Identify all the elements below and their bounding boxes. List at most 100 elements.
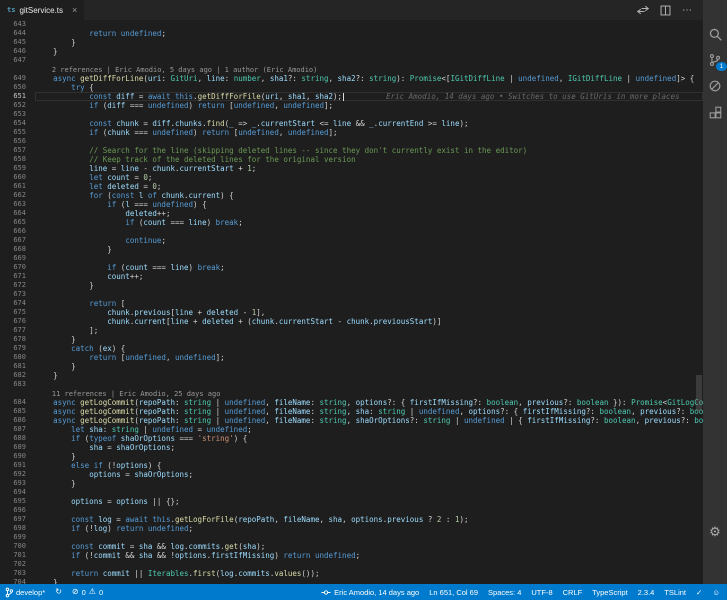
line-content[interactable]: catch (ex) { (35, 344, 703, 353)
code-line[interactable]: 654 const chunk = diff.chunks.find(_ => … (0, 119, 703, 128)
line-content[interactable]: } (35, 335, 703, 344)
line-content[interactable]: return [undefined, undefined]; (35, 353, 703, 362)
line-content[interactable]: chunk.current[line + deleted + (chunk.cu… (35, 317, 703, 326)
language-indicator[interactable]: TypeScript (587, 588, 632, 597)
code-line[interactable]: 696 (0, 506, 703, 515)
code-editor[interactable]: 643 644 return undefined; 645 } 646 } 647 2 … (0, 20, 703, 584)
code-line[interactable]: 680 return [undefined, undefined]; (0, 353, 703, 362)
line-content[interactable]: } (35, 371, 703, 380)
line-content[interactable]: return commit || Iterables.first(log.com… (35, 569, 703, 578)
code-line[interactable]: 672 } (0, 281, 703, 290)
line-content[interactable]: chunk.previous[line + deleted - 1], (35, 308, 703, 317)
code-line[interactable]: 670 if (count === line) break; (0, 263, 703, 272)
code-line[interactable]: 669 (0, 254, 703, 263)
line-content[interactable]: // Keep track of the deleted lines for t… (35, 155, 703, 164)
line-content[interactable]: line = line - chunk.currentStart + 1; (35, 164, 703, 173)
split-editor-icon[interactable] (660, 5, 671, 16)
code-line[interactable]: 674 return [ (0, 299, 703, 308)
feedback-smiley-icon[interactable]: ☺ (707, 588, 725, 597)
line-content[interactable]: let sha: string | undefined = undefined; (35, 425, 703, 434)
code-line[interactable]: 682 } (0, 371, 703, 380)
settings-gear-icon[interactable]: ⚙ (707, 524, 723, 540)
line-content[interactable]: for (const l of chunk.current) { (35, 191, 703, 200)
tab-gitservice[interactable]: ts gitService.ts × (0, 0, 85, 20)
line-content[interactable]: async getDiffForLine(uri: GitUri, line: … (35, 74, 703, 83)
code-line[interactable]: 702 (0, 560, 703, 569)
codelens-row[interactable]: 2 references | Eric Amodio, 5 days ago |… (0, 65, 703, 74)
line-content[interactable] (35, 488, 703, 497)
code-line[interactable]: 698 if (!log) return undefined; (0, 524, 703, 533)
search-icon[interactable] (707, 26, 723, 42)
line-content[interactable] (35, 110, 703, 119)
code-line[interactable]: 652 if (diff === undefined) return [unde… (0, 101, 703, 110)
code-line[interactable]: 692 options = shaOrOptions; (0, 470, 703, 479)
line-content[interactable]: sha = shaOrOptions; (35, 443, 703, 452)
line-content[interactable]: } (35, 452, 703, 461)
line-content[interactable]: async getLogCommit(repoPath: string | un… (35, 416, 703, 425)
code-line[interactable]: 655 if (chunk === undefined) return [und… (0, 128, 703, 137)
code-line[interactable]: 685 async getLogCommit(repoPath: string … (0, 407, 703, 416)
code-line[interactable]: 643 (0, 20, 703, 29)
code-line[interactable]: 660 let count = 0; (0, 173, 703, 182)
code-line[interactable]: 645 } (0, 38, 703, 47)
code-line[interactable]: 689 sha = shaOrOptions; (0, 443, 703, 452)
line-content[interactable]: if (typeof shaOrOptions === 'string') { (35, 434, 703, 443)
line-content[interactable]: if (!log) return undefined; (35, 524, 703, 533)
code-line[interactable]: 651 const diff = await this.getDiffForFi… (0, 92, 703, 101)
code-line[interactable]: 701 if (!commit && sha && !options.first… (0, 551, 703, 560)
line-content[interactable] (35, 380, 703, 389)
code-line[interactable]: 661 let deleted = 0; (0, 182, 703, 191)
code-line[interactable]: 684 async getLogCommit(repoPath: string … (0, 398, 703, 407)
line-content[interactable]: } (35, 47, 703, 56)
code-line[interactable]: 678 } (0, 335, 703, 344)
line-content[interactable]: if (l === undefined) { (35, 200, 703, 209)
code-line[interactable]: 686 async getLogCommit(repoPath: string … (0, 416, 703, 425)
line-content[interactable]: const commit = sha && log.commits.get(sh… (35, 542, 703, 551)
line-content[interactable]: ]; (35, 326, 703, 335)
cursor-position[interactable]: Ln 651, Col 69 (424, 588, 483, 597)
line-content[interactable]: if (chunk === undefined) return [undefin… (35, 128, 703, 137)
line-content[interactable]: deleted++; (35, 209, 703, 218)
scrollbar[interactable] (695, 20, 703, 584)
code-line[interactable]: 694 (0, 488, 703, 497)
sync-button[interactable]: ↻ (50, 584, 67, 600)
line-content[interactable]: } (35, 362, 703, 371)
line-content[interactable]: if (diff === undefined) return [undefine… (35, 101, 703, 110)
code-line[interactable]: 662 for (const l of chunk.current) { (0, 191, 703, 200)
branch-indicator[interactable]: develop* (0, 584, 50, 600)
encoding-indicator[interactable]: UTF-8 (526, 588, 557, 597)
code-line[interactable]: 695 options = options || {}; (0, 497, 703, 506)
line-content[interactable]: let count = 0; (35, 173, 703, 182)
line-content[interactable]: async getLogCommit(repoPath: string | un… (35, 407, 703, 416)
line-content[interactable]: } (35, 245, 703, 254)
code-line[interactable]: 664 deleted++; (0, 209, 703, 218)
code-line[interactable]: 653 (0, 110, 703, 119)
tslint-indicator[interactable]: TSLint (659, 588, 691, 597)
line-content[interactable]: if (count === line) break; (35, 263, 703, 272)
line-content[interactable]: const log = await this.getLogForFile(rep… (35, 515, 703, 524)
line-content[interactable] (35, 137, 703, 146)
line-content[interactable]: else if (!options) { (35, 461, 703, 470)
line-content[interactable]: const chunk = diff.chunks.find(_ => _.cu… (35, 119, 703, 128)
line-content[interactable]: } (35, 479, 703, 488)
code-line[interactable]: 690 } (0, 452, 703, 461)
open-changes-icon[interactable] (637, 5, 649, 15)
debug-icon[interactable] (707, 78, 723, 94)
line-content[interactable]: return [ (35, 299, 703, 308)
line-content[interactable]: async getLogCommit(repoPath: string | un… (35, 398, 703, 407)
code-line[interactable]: 657 // Search for the line (skipping del… (0, 146, 703, 155)
check-icon[interactable]: ✓ (691, 588, 707, 597)
close-tab-icon[interactable]: × (72, 5, 77, 15)
line-content[interactable]: } (35, 281, 703, 290)
more-actions-icon[interactable]: ⋯ (682, 5, 693, 16)
line-content[interactable]: options = shaOrOptions; (35, 470, 703, 479)
problems-indicator[interactable]: ⊘ 0 ⚠ 0 (67, 584, 108, 600)
code-line[interactable]: 691 else if (!options) { (0, 461, 703, 470)
line-content[interactable] (35, 254, 703, 263)
code-line[interactable]: 647 (0, 56, 703, 65)
line-content[interactable] (35, 227, 703, 236)
code-line[interactable]: 677 ]; (0, 326, 703, 335)
code-line[interactable]: 646 } (0, 47, 703, 56)
code-line[interactable]: 683 (0, 380, 703, 389)
line-content[interactable] (35, 533, 703, 542)
